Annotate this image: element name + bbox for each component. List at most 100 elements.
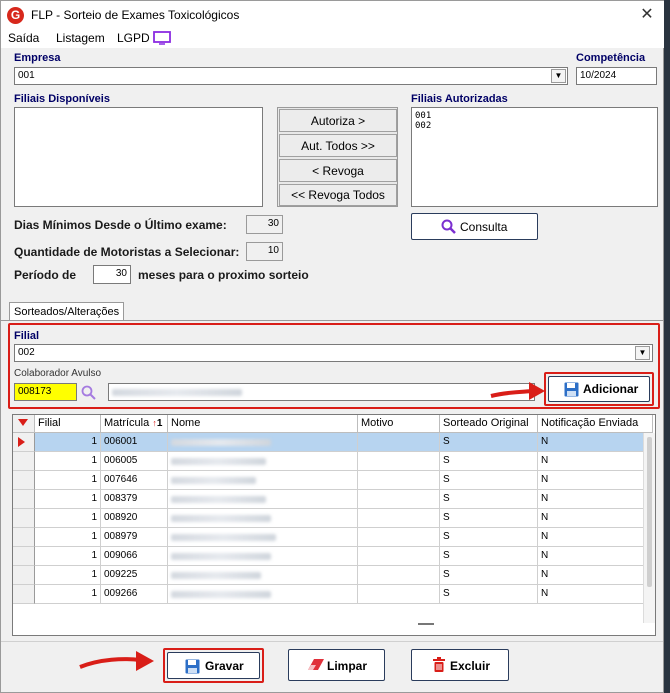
cell-matricula[interactable]: 008920 <box>101 509 168 528</box>
table-row[interactable]: 1 009066 S N <box>13 547 653 566</box>
cell-notificacao[interactable]: N <box>538 566 653 585</box>
table-row[interactable]: 1 009225 S N <box>13 566 653 585</box>
row-indicator[interactable] <box>13 433 35 452</box>
horizontal-scroll-handle[interactable] <box>418 623 434 625</box>
col-header-notificacao[interactable]: Notificação Enviada <box>538 415 653 433</box>
cell-nome[interactable] <box>168 452 358 471</box>
cell-motivo[interactable] <box>358 471 440 490</box>
cell-motivo[interactable] <box>358 547 440 566</box>
row-indicator[interactable] <box>13 471 35 490</box>
cell-notificacao[interactable]: N <box>538 433 653 452</box>
cell-filial[interactable]: 1 <box>35 433 101 452</box>
table-row[interactable]: 1 008979 S N <box>13 528 653 547</box>
filiais-disponiveis-list[interactable] <box>14 107 263 207</box>
excluir-button[interactable]: Excluir <box>411 649 509 681</box>
cell-motivo[interactable] <box>358 433 440 452</box>
cell-matricula[interactable]: 007646 <box>101 471 168 490</box>
cell-notificacao[interactable]: N <box>538 547 653 566</box>
menu-saida[interactable]: Saída <box>8 31 39 45</box>
cell-matricula[interactable]: 006005 <box>101 452 168 471</box>
cell-notificacao[interactable]: N <box>538 509 653 528</box>
revoga-todos-button[interactable]: << Revoga Todos <box>279 184 397 206</box>
cell-notificacao[interactable]: N <box>538 490 653 509</box>
cell-nome[interactable] <box>168 509 358 528</box>
col-header-sorteado[interactable]: Sorteado Original <box>440 415 538 433</box>
cell-filial[interactable]: 1 <box>35 528 101 547</box>
menu-listagem[interactable]: Listagem <box>56 31 105 45</box>
row-indicator[interactable] <box>13 490 35 509</box>
cell-matricula[interactable]: 006001 <box>101 433 168 452</box>
cell-filial[interactable]: 1 <box>35 566 101 585</box>
adicionar-button[interactable]: Adicionar <box>548 376 650 402</box>
tab-sorteados[interactable]: Sorteados/Alterações <box>9 302 125 320</box>
row-indicator[interactable] <box>13 528 35 547</box>
cell-motivo[interactable] <box>358 490 440 509</box>
table-row[interactable]: 1 008920 S N <box>13 509 653 528</box>
cell-nome[interactable] <box>168 566 358 585</box>
cell-motivo[interactable] <box>358 509 440 528</box>
cell-sorteado[interactable]: S <box>440 566 538 585</box>
cell-sorteado[interactable]: S <box>440 452 538 471</box>
sorteados-grid[interactable]: Filial Matrícula ↑1 Nome Motivo Sorteado… <box>12 414 656 636</box>
col-header-filial[interactable]: Filial <box>35 415 101 433</box>
empresa-select[interactable]: 001 <box>14 67 568 85</box>
cell-filial[interactable]: 1 <box>35 509 101 528</box>
autoriza-button[interactable]: Autoriza > <box>279 109 397 132</box>
table-row[interactable]: 1 008379 S N <box>13 490 653 509</box>
cell-matricula[interactable]: 009066 <box>101 547 168 566</box>
filial-select[interactable]: 002 <box>14 344 653 362</box>
cell-filial[interactable]: 1 <box>35 471 101 490</box>
col-header-motivo[interactable]: Motivo <box>358 415 440 433</box>
cell-matricula[interactable]: 008379 <box>101 490 168 509</box>
row-indicator[interactable] <box>13 452 35 471</box>
table-row[interactable]: 1 009266 S N <box>13 585 653 604</box>
cell-nome[interactable] <box>168 490 358 509</box>
close-icon[interactable]: ✕ <box>635 3 659 27</box>
cell-notificacao[interactable]: N <box>538 528 653 547</box>
cell-nome[interactable] <box>168 528 358 547</box>
list-item[interactable]: 001 <box>415 111 654 121</box>
cell-motivo[interactable] <box>358 528 440 547</box>
vertical-scrollbar[interactable] <box>643 433 655 623</box>
menu-lgpd[interactable]: LGPD <box>117 31 150 45</box>
list-item[interactable]: 002 <box>415 121 654 131</box>
row-indicator[interactable] <box>13 509 35 528</box>
row-indicator[interactable] <box>13 585 35 604</box>
chevron-down-icon[interactable]: ▼ <box>551 69 566 83</box>
cell-notificacao[interactable]: N <box>538 471 653 490</box>
cell-filial[interactable]: 1 <box>35 547 101 566</box>
cell-sorteado[interactable]: S <box>440 585 538 604</box>
colaborador-input[interactable]: 008173 <box>14 383 77 401</box>
cell-matricula[interactable]: 008979 <box>101 528 168 547</box>
cell-sorteado[interactable]: S <box>440 433 538 452</box>
cell-nome[interactable] <box>168 471 358 490</box>
periodo-input[interactable]: 30 <box>93 265 131 284</box>
table-row[interactable]: 1 006001 S N <box>13 433 653 452</box>
cell-filial[interactable]: 1 <box>35 585 101 604</box>
search-icon[interactable] <box>81 385 97 401</box>
cell-matricula[interactable]: 009225 <box>101 566 168 585</box>
cell-sorteado[interactable]: S <box>440 490 538 509</box>
consulta-button[interactable]: Consulta <box>411 213 538 240</box>
col-header-nome[interactable]: Nome <box>168 415 358 433</box>
cell-filial[interactable]: 1 <box>35 490 101 509</box>
gravar-button[interactable]: Gravar <box>167 652 260 679</box>
row-indicator[interactable] <box>13 566 35 585</box>
cell-filial[interactable]: 1 <box>35 452 101 471</box>
revoga-button[interactable]: < Revoga <box>279 159 397 182</box>
cell-motivo[interactable] <box>358 452 440 471</box>
cell-nome[interactable] <box>168 585 358 604</box>
competencia-input[interactable]: 10/2024 <box>576 67 657 85</box>
cell-nome[interactable] <box>168 433 358 452</box>
cell-sorteado[interactable]: S <box>440 471 538 490</box>
cell-sorteado[interactable]: S <box>440 509 538 528</box>
cell-matricula[interactable]: 009266 <box>101 585 168 604</box>
cell-sorteado[interactable]: S <box>440 547 538 566</box>
cell-notificacao[interactable]: N <box>538 585 653 604</box>
cell-notificacao[interactable]: N <box>538 452 653 471</box>
table-row[interactable]: 1 006005 S N <box>13 452 653 471</box>
cell-sorteado[interactable]: S <box>440 528 538 547</box>
cell-nome[interactable] <box>168 547 358 566</box>
scrollbar-thumb[interactable] <box>647 437 652 587</box>
monitor-icon[interactable] <box>153 31 171 45</box>
